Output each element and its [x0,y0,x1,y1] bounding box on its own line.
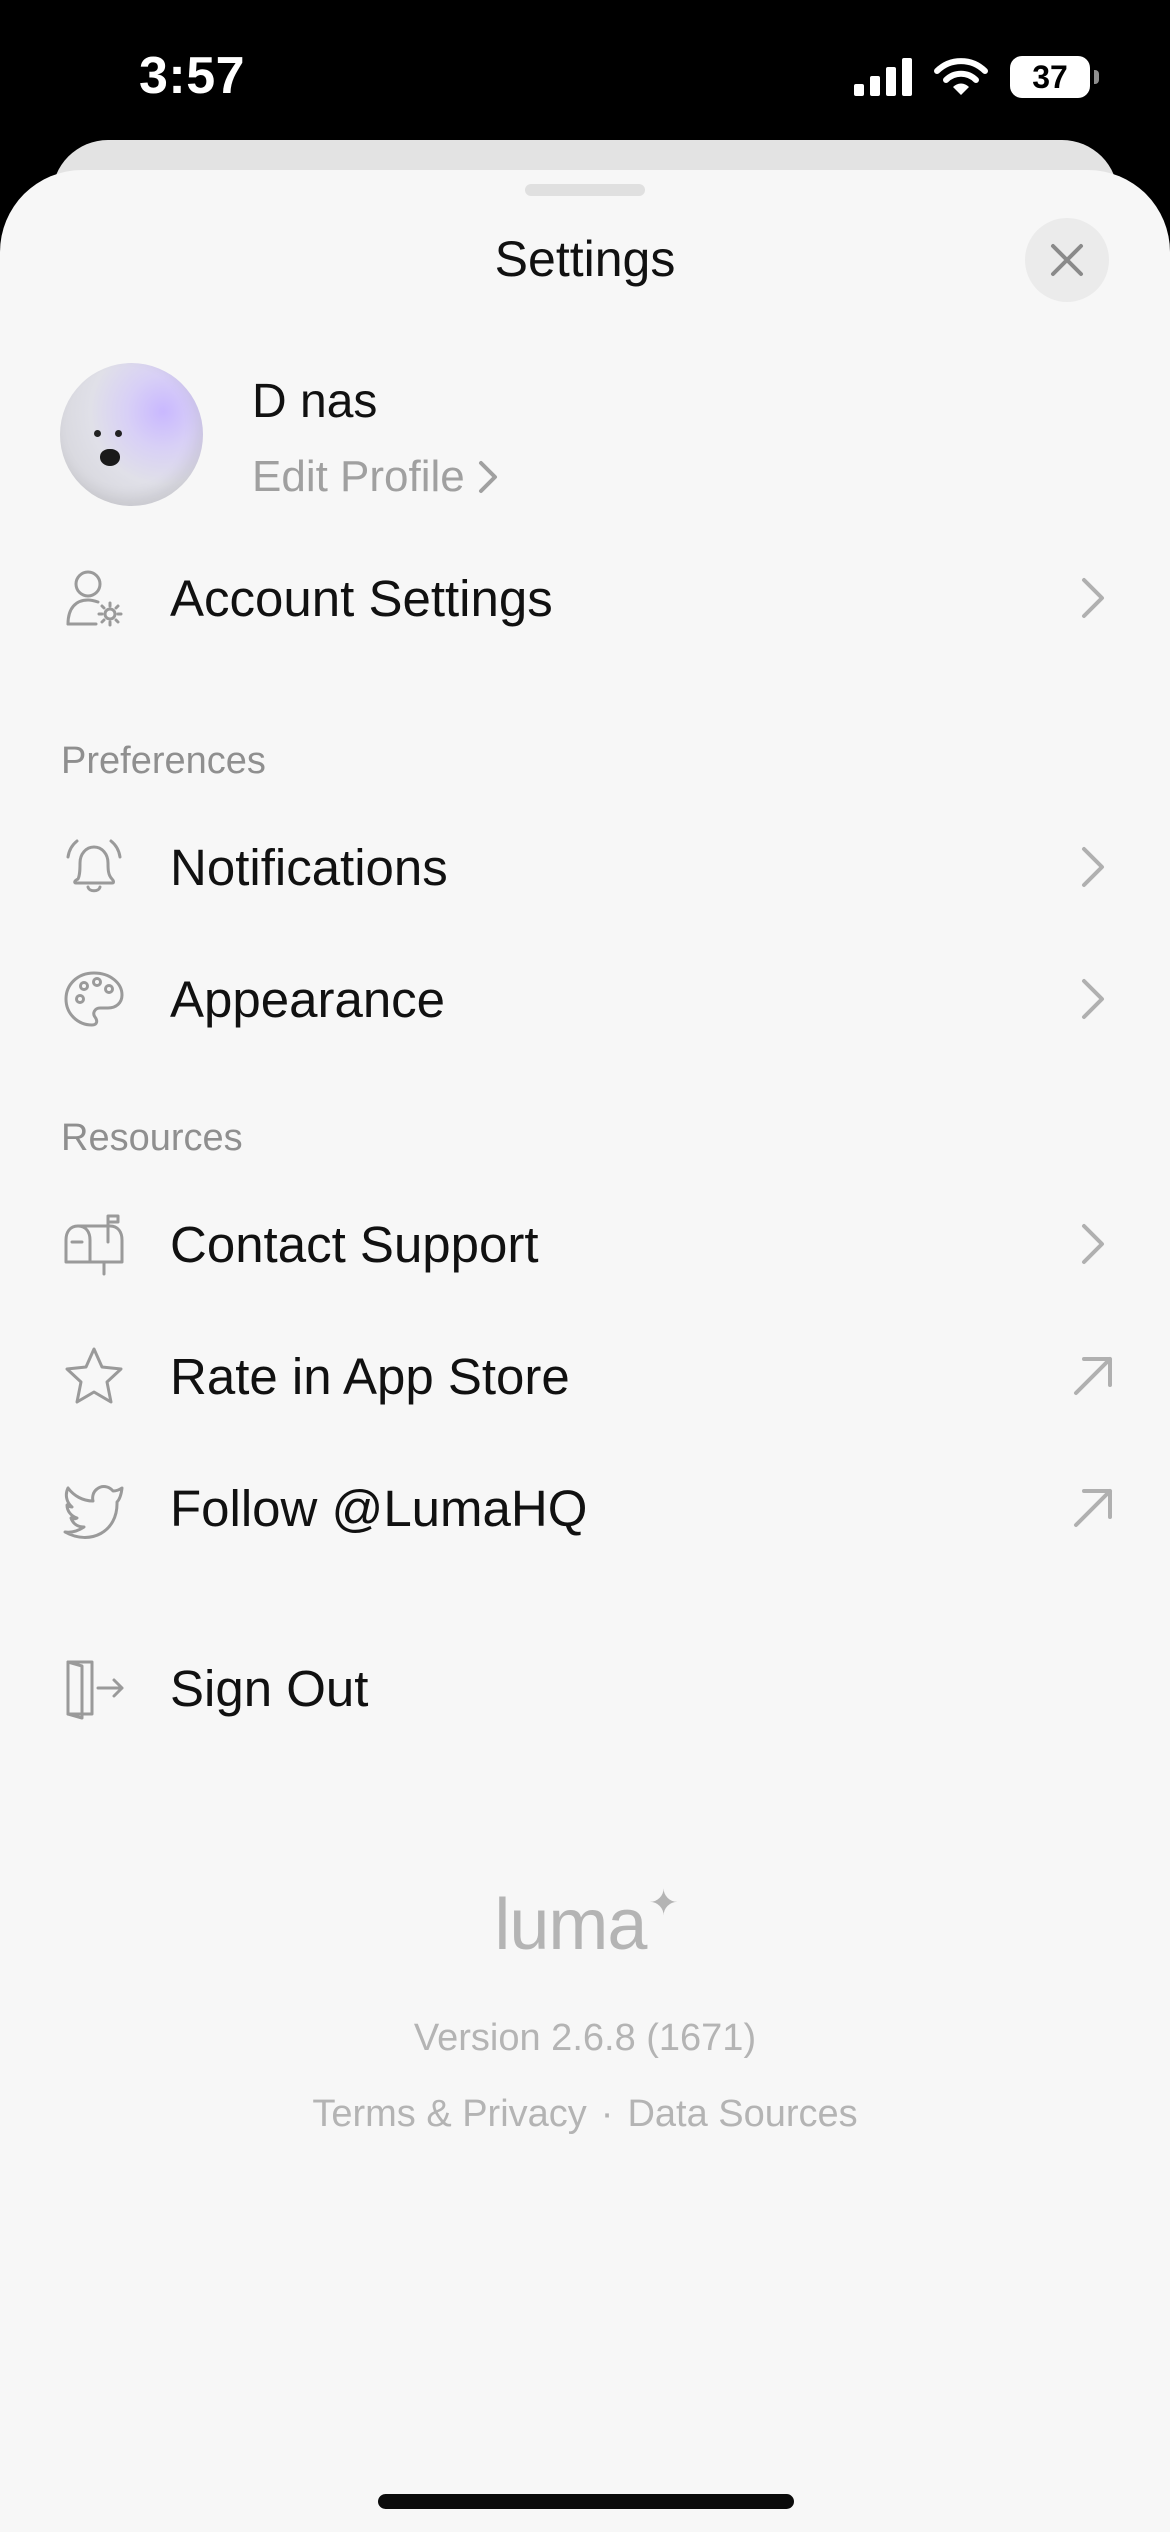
cellular-signal-icon [854,58,912,96]
mailbox-icon [62,1212,126,1276]
avatar-eye-left [94,430,101,437]
door-exit-icon [62,1656,126,1720]
arrow-up-right-icon [1066,1481,1120,1535]
arrow-up-right-icon [1066,1349,1120,1403]
chevron-right-icon [1066,1217,1120,1271]
chevron-right-icon [478,461,497,493]
status-bar: 3:57 37 [0,0,1170,150]
row-appearance[interactable]: Appearance [0,939,1170,1059]
footer-links: Terms & Privacy · Data Sources [0,2093,1170,2136]
data-sources-link[interactable]: Data Sources [627,2093,857,2136]
row-notifications[interactable]: Notifications [0,807,1170,927]
palette-icon [62,967,126,1031]
row-follow-twitter[interactable]: Follow @LumaHQ [0,1448,1170,1568]
page-title: Settings [494,231,676,287]
luma-logo: luma✦ [0,1882,1170,1966]
footer-separator: · [600,2093,614,2135]
avatar-eye-right [115,430,122,437]
row-contact-support[interactable]: Contact Support [0,1184,1170,1304]
close-button[interactable] [1025,218,1109,302]
row-label: Account Settings [170,569,553,627]
profile-name: D nas [252,375,378,428]
chevron-right-icon [1066,840,1120,894]
home-indicator [378,2494,794,2509]
row-label: Rate in App Store [170,1347,570,1405]
section-header-resources: Resources [61,1117,243,1159]
row-label: Sign Out [170,1659,369,1717]
terms-privacy-link[interactable]: Terms & Privacy [312,2093,586,2136]
star-icon [62,1344,126,1408]
sparkle-icon: ✦ [648,1882,678,1923]
battery-indicator: 37 [1010,56,1099,98]
wifi-icon [934,58,988,95]
status-time: 3:57 [139,47,246,105]
row-rate-app-store[interactable]: Rate in App Store [0,1316,1170,1436]
row-account-settings[interactable]: Account Settings [0,538,1170,658]
row-sign-out[interactable]: Sign Out [0,1628,1170,1748]
sheet-grabber[interactable] [525,184,645,196]
row-label: Follow @LumaHQ [170,1479,588,1537]
status-icons: 37 [854,52,1099,102]
row-label: Notifications [170,838,448,896]
settings-sheet: Settings D nas Edit Profile Account Sett… [0,170,1170,2532]
row-label: Contact Support [170,1215,539,1273]
twitter-bird-icon [62,1476,126,1540]
edit-profile-label: Edit Profile [252,452,465,501]
logo-text: luma [494,1885,647,1965]
row-label: Appearance [170,970,446,1028]
chevron-right-icon [1066,571,1120,625]
close-icon [1051,244,1083,276]
edit-profile-link[interactable]: Edit Profile [252,452,499,502]
bell-icon [62,835,126,899]
chevron-right-icon [1066,972,1120,1026]
section-header-preferences: Preferences [61,740,266,782]
version-text: Version 2.6.8 (1671) [413,2017,757,2059]
person-gear-icon [62,566,126,630]
avatar[interactable] [60,363,203,506]
battery-level: 37 [1032,58,1068,95]
avatar-mouth [100,449,120,466]
